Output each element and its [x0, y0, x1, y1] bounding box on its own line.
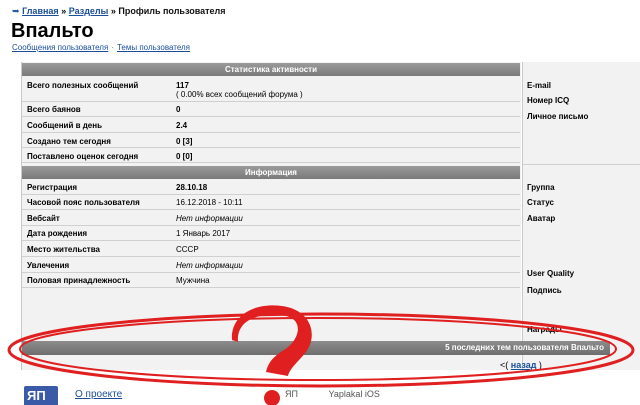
row-divider — [22, 272, 520, 273]
info-value: Мужчина — [176, 276, 210, 285]
user-topics-link[interactable]: Темы пользователя — [117, 43, 190, 52]
breadcrumb-separator: » — [110, 6, 116, 16]
breadcrumb-home-link[interactable]: Главная — [22, 6, 59, 16]
link-separator: · — [111, 43, 114, 52]
row-divider — [22, 162, 520, 163]
group-label: Группа — [527, 183, 555, 192]
signature-label: Подпись — [527, 286, 562, 295]
info-value: Нет информации — [176, 261, 243, 270]
breadcrumb-current: Профиль пользователя — [118, 6, 226, 16]
back-close: ) — [538, 360, 542, 370]
info-label: Регистрация — [27, 183, 78, 192]
info-label: Часовой пояс пользователя — [27, 198, 140, 207]
awards-label: Награды — [527, 325, 562, 334]
row-divider — [22, 209, 520, 210]
status-label: Статус — [527, 198, 554, 207]
back-open: <( — [500, 360, 509, 370]
breadcrumb-sections-link[interactable]: Разделы — [69, 6, 109, 16]
info-value: 1 Январь 2017 — [176, 229, 231, 238]
info-header: Информация — [22, 166, 520, 179]
footer-link-ios[interactable]: Yaplakal iOS — [328, 389, 379, 399]
info-label: Увлечения — [27, 261, 70, 270]
row-divider — [22, 101, 520, 102]
activity-label: Всего баянов — [27, 105, 81, 114]
info-value: 16.12.2018 - 10:11 — [176, 198, 243, 207]
row-divider — [523, 164, 640, 165]
info-label: Дата рождения — [27, 229, 88, 238]
private-message-label: Личное письмо — [527, 112, 589, 121]
activity-value: 2.4 — [176, 121, 188, 130]
page-title: Впальто — [11, 20, 94, 42]
activity-value: 0 — [176, 105, 181, 114]
row-divider — [22, 116, 520, 117]
activity-value: 117 — [176, 81, 189, 90]
breadcrumb-separator: » — [61, 6, 67, 16]
info-value: Нет информации — [176, 214, 243, 223]
row-divider — [22, 256, 520, 257]
site-logo-icon[interactable]: ЯП — [24, 386, 58, 405]
activity-value: 0 [0] — [176, 152, 193, 161]
footer-links: ЯП Yaplakal iOS — [195, 389, 380, 399]
row-divider — [22, 287, 520, 288]
activity-label: Поставлено оценок сегодня — [27, 152, 139, 161]
row-divider — [22, 194, 520, 195]
activity-label: Сообщений в день — [27, 121, 102, 130]
back-link-wrap: <( назад ) — [500, 360, 542, 370]
row-divider — [22, 147, 520, 148]
logo-text: ЯП — [27, 388, 46, 403]
email-label: E-mail — [527, 81, 552, 90]
icq-label: Номер ICQ — [527, 96, 570, 105]
footer-link-yap[interactable]: ЯП — [285, 389, 298, 399]
activity-label: Всего полезных сообщений — [27, 81, 139, 90]
activity-value: 0 [3] — [176, 137, 193, 146]
row-divider — [22, 225, 520, 226]
info-value: 28.10.18 — [176, 183, 208, 192]
activity-header: Статистика активности — [22, 63, 520, 76]
info-label: Половая принадлежность — [27, 276, 131, 285]
activity-label: Создано тем сегодня — [27, 137, 111, 146]
breadcrumb: ➥ Главная » Разделы » Профиль пользовате… — [12, 6, 226, 17]
avatar-label: Аватар — [527, 214, 556, 223]
info-label: Вебсайт — [27, 214, 60, 223]
profile-main-panel — [21, 62, 521, 370]
breadcrumb-arrow-icon: ➥ — [12, 6, 20, 16]
back-link[interactable]: назад — [511, 360, 537, 370]
about-link[interactable]: О проекте — [75, 389, 122, 400]
row-divider — [22, 240, 520, 241]
recent-topics-header: 5 последних тем пользователя Впальто — [22, 341, 610, 355]
activity-extra: ( 0.00% всех сообщений форума ) — [176, 90, 303, 99]
profile-links: Сообщения пользователя · Темы пользователя — [12, 43, 190, 52]
user-quality-label: User Quality — [527, 269, 575, 278]
user-messages-link[interactable]: Сообщения пользователя — [12, 43, 108, 52]
info-label: Место жительства — [27, 245, 100, 254]
info-value: СССР — [176, 245, 199, 254]
row-divider — [22, 132, 520, 133]
